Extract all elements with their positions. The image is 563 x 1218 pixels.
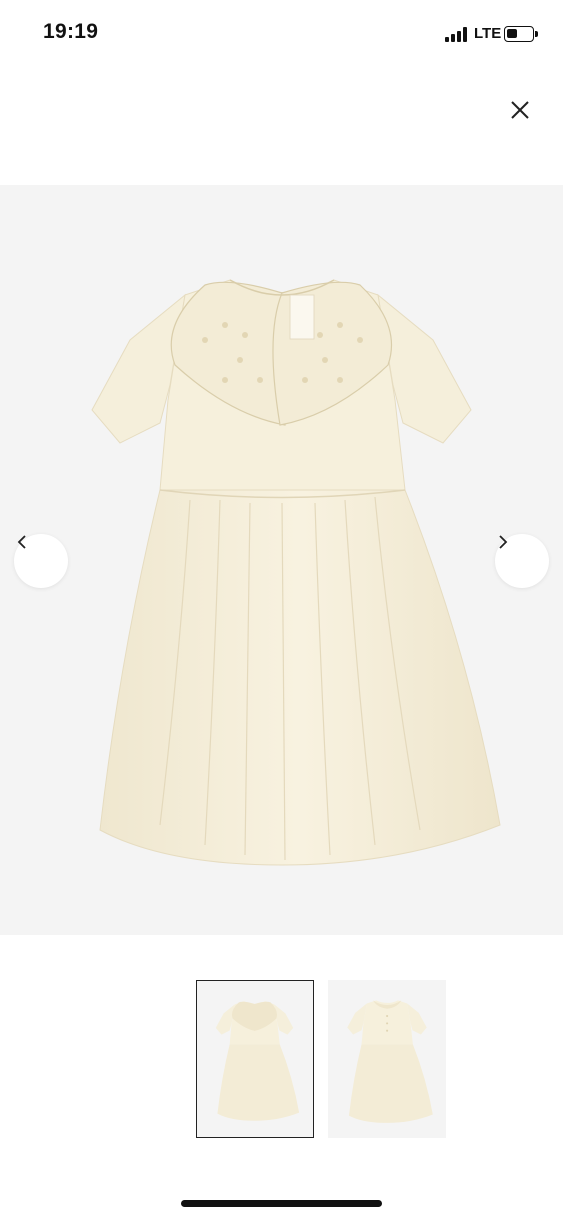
status-bar: 19:19 LTE (0, 0, 563, 70)
battery-icon (504, 26, 534, 42)
dress-front-illustration (91, 279, 501, 866)
signal-icon (445, 27, 469, 42)
chevron-left-icon (17, 535, 26, 549)
close-icon (511, 101, 529, 119)
network-label: LTE (474, 25, 502, 42)
dress-back-thumbnail (347, 1000, 433, 1123)
battery-tip (535, 31, 538, 37)
close-button[interactable] (505, 95, 535, 125)
thumbnail-back[interactable] (328, 980, 446, 1138)
chevron-right-icon (499, 535, 508, 549)
status-time: 19:19 (43, 20, 99, 43)
main-product-image (0, 185, 563, 935)
previous-image-button[interactable] (14, 534, 68, 588)
home-indicator (181, 1200, 382, 1207)
thumbnail-front[interactable] (196, 980, 314, 1138)
next-image-button[interactable] (495, 534, 549, 588)
dress-front-thumbnail (215, 1001, 300, 1121)
